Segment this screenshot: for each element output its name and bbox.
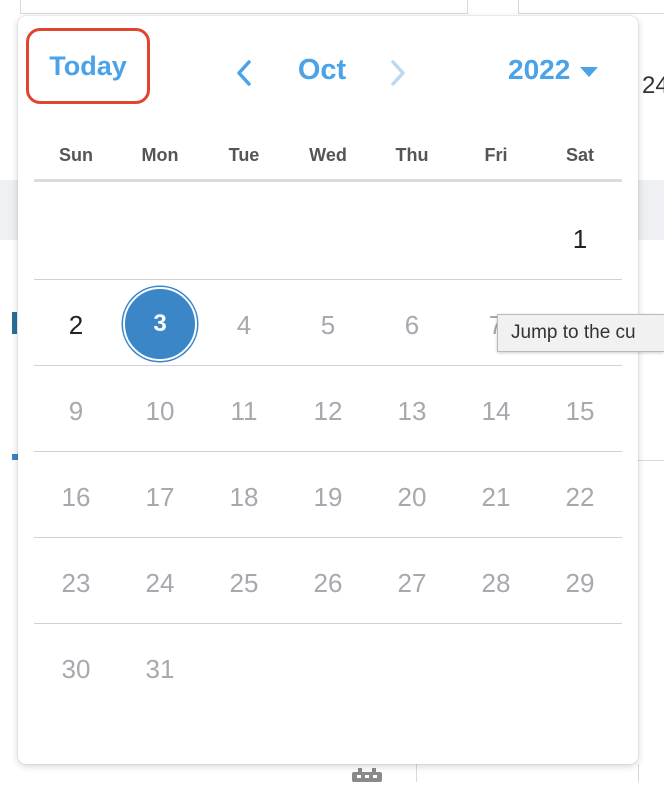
day-cell-disabled: 30	[61, 654, 91, 684]
week-divider	[34, 365, 622, 366]
day-cell-disabled: 29	[565, 568, 595, 598]
week-divider	[34, 537, 622, 538]
year-label: 2022	[508, 54, 571, 85]
background-number: 24	[642, 72, 664, 99]
background-accent-mark	[12, 312, 17, 334]
chevron-right-icon[interactable]	[388, 58, 408, 88]
background-divider	[416, 764, 417, 782]
weekday-wed: Wed	[309, 145, 347, 165]
day-cell-disabled: 6	[404, 310, 420, 340]
day-cell-disabled: 13	[397, 396, 427, 426]
week-divider	[34, 279, 622, 280]
day-cell-disabled: 12	[313, 396, 343, 426]
day-cell-disabled: 24	[145, 568, 175, 598]
day-cell-disabled: 17	[145, 482, 175, 512]
year-dropdown[interactable]: 2022	[508, 54, 599, 94]
caret-down-icon	[580, 67, 599, 77]
day-cell-disabled: 19	[313, 482, 343, 512]
weekday-sat: Sat	[565, 145, 594, 165]
day-cell-disabled: 11	[230, 396, 258, 426]
day-cell[interactable]: 2	[46, 310, 106, 341]
background-input-right	[518, 0, 664, 14]
day-cell-disabled: 25	[229, 568, 259, 598]
tooltip: Jump to the cu	[497, 314, 664, 352]
day-cell-disabled: 27	[397, 568, 427, 598]
day-cell-disabled: 9	[68, 396, 84, 426]
day-cell-disabled: 31	[145, 654, 175, 684]
weekday-fri: Fri	[484, 145, 508, 165]
calendar-icon	[350, 768, 384, 782]
day-cell-disabled: 15	[565, 396, 595, 426]
day-cell-disabled: 26	[313, 568, 343, 598]
day-cell-disabled: 5	[320, 310, 336, 340]
day-cell-disabled: 16	[61, 482, 91, 512]
day-cell-disabled: 28	[481, 568, 511, 598]
day-cell-disabled: 18	[229, 482, 259, 512]
week-divider	[34, 623, 622, 624]
weekday-sun: Sun	[59, 145, 93, 165]
day-cell[interactable]: 1	[550, 224, 610, 255]
selected-day[interactable]: 3	[123, 287, 197, 361]
background-divider	[638, 460, 664, 461]
chevron-left-icon[interactable]	[234, 58, 254, 88]
background-divider	[638, 764, 639, 782]
day-cell-disabled: 22	[565, 482, 595, 512]
week-divider	[34, 451, 622, 452]
weekday-thu: Thu	[395, 145, 429, 165]
day-cell-disabled: 21	[481, 482, 511, 512]
day-cell-disabled: 10	[145, 396, 175, 426]
background-input-left	[20, 0, 468, 14]
month-label: Oct	[297, 54, 347, 86]
day-cell-disabled: 23	[61, 568, 91, 598]
day-cell-disabled: 14	[481, 396, 511, 426]
day-cell-disabled: 20	[397, 482, 427, 512]
day-cell-disabled: 4	[236, 310, 252, 340]
weekday-mon: Mon	[141, 145, 179, 165]
today-button[interactable]: Today	[26, 28, 150, 104]
weekday-tue: Tue	[228, 145, 260, 165]
datepicker-popup	[18, 16, 638, 764]
weekday-divider	[34, 179, 622, 182]
